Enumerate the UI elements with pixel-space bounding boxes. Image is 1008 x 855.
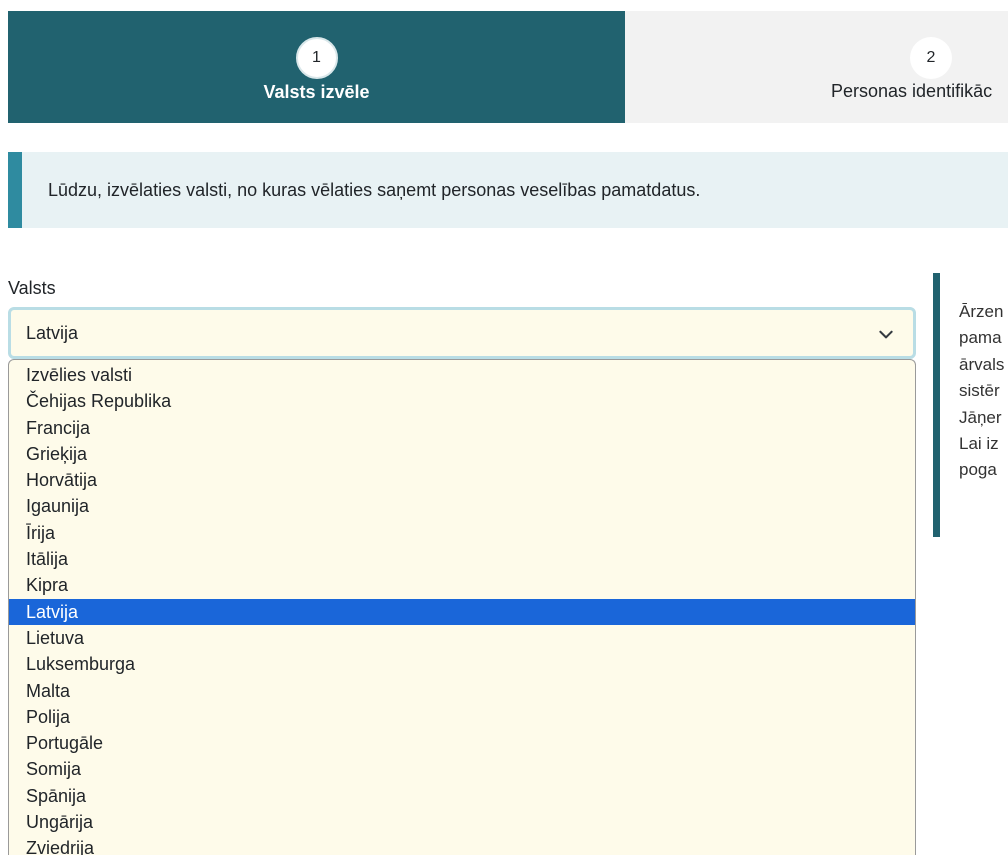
step-country-selection[interactable]: 1 Valsts izvēle (8, 11, 625, 123)
country-select-value: Latvija (26, 322, 79, 343)
country-select[interactable]: Latvija (8, 307, 916, 359)
dropdown-option[interactable]: Luksemburga (9, 651, 915, 677)
step-label: Valsts izvēle (263, 82, 370, 102)
dropdown-option[interactable]: Polija (9, 704, 915, 730)
dropdown-option[interactable]: Grieķija (9, 441, 915, 467)
side-panel-text-line: sistēr (959, 381, 1000, 401)
step-label: Personas identifikāc (831, 81, 993, 101)
dropdown-option[interactable]: Ungārija (9, 809, 915, 835)
dropdown-option[interactable]: Spānija (9, 783, 915, 809)
dropdown-option[interactable]: Izvēlies valsti (9, 362, 915, 388)
info-alert-text: Lūdzu, izvēlaties valsti, no kuras vēlat… (48, 179, 701, 200)
info-alert: Lūdzu, izvēlaties valsti, no kuras vēlat… (8, 152, 1008, 228)
side-panel-text-line: Jāņer (959, 407, 1002, 427)
dropdown-option[interactable]: Igaunija (9, 493, 915, 519)
step-number: 2 (910, 37, 952, 79)
dropdown-option[interactable]: Francija (9, 415, 915, 441)
dropdown-option[interactable]: Lietuva (9, 625, 915, 651)
side-panel-text-line: poga (959, 460, 997, 480)
dropdown-option[interactable]: Horvātija (9, 467, 915, 493)
step-person-identification[interactable]: 2 Personas identifikāc (625, 11, 1008, 123)
dropdown-option[interactable]: Latvija (9, 598, 915, 625)
dropdown-option[interactable]: Itālija (9, 546, 915, 572)
side-panel-text-line: Lai iz (959, 434, 999, 454)
dropdown-option[interactable]: Kipra (9, 572, 915, 598)
dropdown-option[interactable]: Portugāle (9, 730, 915, 756)
country-field-label: Valsts (8, 278, 56, 298)
dropdown-option[interactable]: Zviedrija (9, 835, 915, 855)
dropdown-option[interactable]: Malta (9, 678, 915, 704)
country-dropdown-list[interactable]: Izvēlies valsti Čehijas Republika Francija… (8, 359, 916, 855)
stepper: 1 Valsts izvēle 2 Personas identifikāc (8, 11, 1008, 123)
side-panel-text-line: Ārzen (959, 302, 1004, 321)
dropdown-option[interactable]: Somija (9, 756, 915, 782)
dropdown-option[interactable]: Īrija (9, 520, 915, 546)
side-panel-text-line: pama (959, 328, 1002, 348)
dropdown-option[interactable]: Čehijas Republika (9, 388, 915, 414)
chevron-down-icon (879, 330, 893, 339)
side-panel-text-line: ārvals (959, 354, 1005, 374)
step-number: 1 (295, 37, 338, 79)
side-info-panel: Ārzen pama ārvals sistēr Jāņer Lai iz poga (933, 273, 1008, 537)
